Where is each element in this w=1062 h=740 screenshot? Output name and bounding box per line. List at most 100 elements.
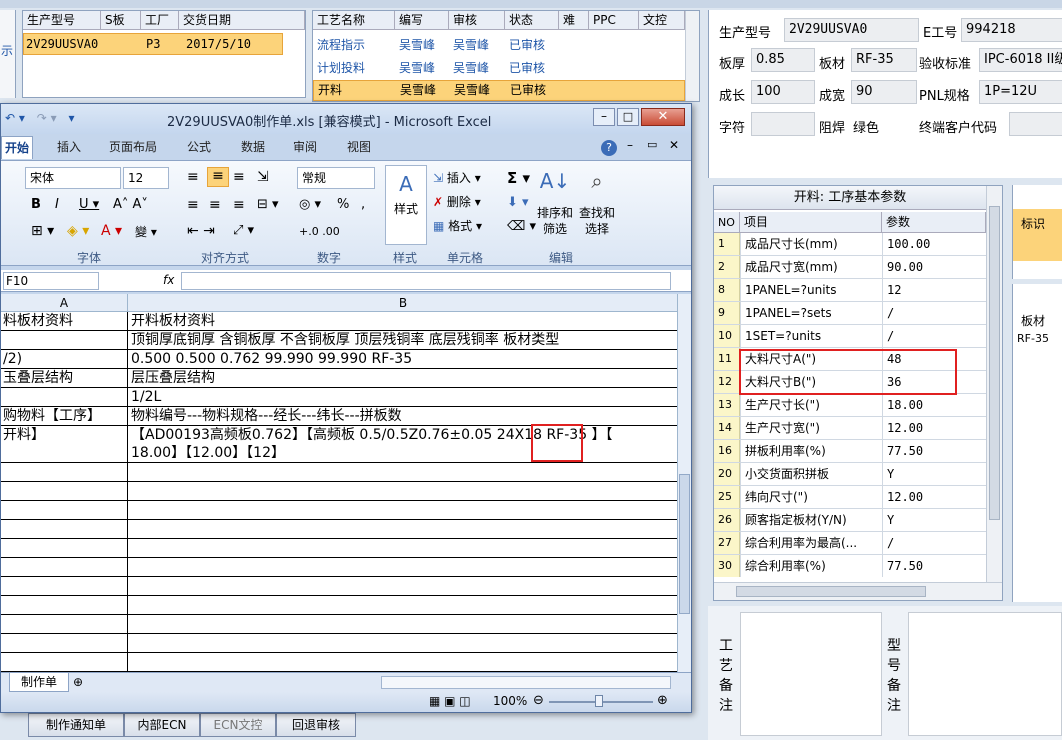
customize-toolbar-icon[interactable]: ▾ <box>68 111 74 125</box>
param-row[interactable]: 16 拼板利用率(%) 77.50 <box>714 440 986 463</box>
param-row[interactable]: 27 综合利用率为最高(... / <box>714 532 986 555</box>
param-row[interactable]: 20 小交货面积拼板 Y <box>714 463 986 486</box>
col-model[interactable]: 生产型号 <box>23 11 101 30</box>
align-right-icon[interactable]: ≡ <box>233 197 245 213</box>
cell-a[interactable] <box>1 596 128 614</box>
font-name-box[interactable]: 宋体 <box>25 167 121 189</box>
cell-a[interactable] <box>1 482 128 500</box>
tab-page-layout[interactable]: 页面布局 <box>109 136 157 159</box>
underline-button[interactable]: U ▾ <box>79 197 99 212</box>
close-button[interactable]: ✕ <box>641 108 685 126</box>
fill-color-icon[interactable]: ◈ ▾ <box>67 223 89 239</box>
silkscreen-field[interactable] <box>751 112 815 136</box>
align-bottom-icon[interactable]: ≡ <box>233 169 245 185</box>
cell-a[interactable] <box>1 539 128 557</box>
new-sheet-icon[interactable]: ⊕ <box>73 675 83 689</box>
cell-a[interactable] <box>1 577 128 595</box>
param-row[interactable]: 10 1SET=?units / <box>714 325 986 348</box>
tab-data[interactable]: 数据 <box>241 136 265 159</box>
col-process-name[interactable]: 工艺名称 <box>313 11 395 30</box>
column-header-a[interactable]: A <box>1 294 128 312</box>
vertical-scrollbar[interactable] <box>685 11 699 101</box>
worksheet-row[interactable]: /2) 0.500 0.500 0.762 99.990 99.990 RF-35 <box>1 350 677 369</box>
formula-input[interactable] <box>181 272 671 290</box>
customer-code-field[interactable] <box>1009 112 1062 136</box>
increase-decimal-icon[interactable]: +.0 .00 <box>299 225 340 238</box>
cell-b[interactable] <box>129 596 677 614</box>
borders-button[interactable]: ⊞ ▾ <box>31 223 54 239</box>
worksheet-row-empty[interactable] <box>1 501 677 520</box>
standard-field[interactable]: IPC-6018 II级 <box>979 48 1062 72</box>
param-value[interactable]: 12 <box>882 279 986 301</box>
param-value[interactable]: 77.50 <box>882 555 986 577</box>
sheet-tab[interactable]: 制作单 <box>9 673 69 692</box>
worksheet-row-empty[interactable] <box>1 634 677 653</box>
ribbon-restore-icon[interactable]: ▭ <box>647 138 657 151</box>
help-icon[interactable]: ? <box>601 140 617 156</box>
quick-access-toolbar[interactable]: ↶ ▾ ↷ ▾ ▾ <box>5 111 105 129</box>
undo-icon[interactable]: ↶ ▾ <box>5 111 25 125</box>
italic-button[interactable]: I <box>55 197 59 212</box>
soldermask-value[interactable]: 绿色 <box>853 117 879 136</box>
e-number-field[interactable]: 994218 <box>961 18 1062 42</box>
cell-a[interactable]: /2) <box>1 350 128 368</box>
cell-a[interactable] <box>1 615 128 633</box>
zoom-level[interactable]: 100% <box>493 694 527 708</box>
internal-ecn-button[interactable]: 内部ECN <box>124 713 200 737</box>
style-button[interactable]: A 样式 <box>385 165 427 245</box>
ribbon-close-icon[interactable]: ✕ <box>669 138 679 152</box>
worksheet-row-empty[interactable] <box>1 482 677 501</box>
col-status[interactable]: 状态 <box>505 11 559 30</box>
worksheet-row-empty[interactable] <box>1 596 677 615</box>
grow-font-button[interactable]: A˄ A˅ <box>113 197 148 212</box>
width-field[interactable]: 90 <box>851 80 917 104</box>
delete-cells-button[interactable]: ✗ 删除 ▾ <box>433 193 481 210</box>
sort-filter-label[interactable]: 排序和筛选 <box>535 205 575 237</box>
col-ppc[interactable]: PPC <box>589 11 639 30</box>
find-select-label[interactable]: 查找和选择 <box>577 205 617 237</box>
minimize-button[interactable]: – <box>593 108 615 126</box>
zoom-out-icon[interactable]: ⊖ <box>533 693 544 708</box>
param-row[interactable]: 25 纬向尺寸(") 12.00 <box>714 486 986 509</box>
percent-icon[interactable]: % <box>337 197 349 212</box>
tab-home[interactable]: 开始 <box>1 136 33 159</box>
cell-b[interactable]: 1/2L <box>129 388 677 406</box>
worksheet-row-empty[interactable] <box>1 539 677 558</box>
cell-a[interactable] <box>1 331 128 349</box>
params-hscroll[interactable] <box>714 582 1002 600</box>
param-value[interactable]: 100.00 <box>882 233 986 255</box>
maximize-button[interactable]: □ <box>617 108 639 126</box>
cell-b[interactable] <box>129 558 677 576</box>
scroll-thumb[interactable] <box>989 206 1000 520</box>
process-grid[interactable]: 工艺名称 编写 审核 状态 难 PPC 文控 流程指示 吴雪峰 吴雪峰 已审核 … <box>312 10 700 102</box>
param-row[interactable]: 1 成品尺寸长(mm) 100.00 <box>714 233 986 256</box>
cell-a[interactable]: 料板材资料 <box>1 312 128 330</box>
worksheet-row-empty[interactable] <box>1 615 677 634</box>
rollback-review-button[interactable]: 回退审核 <box>276 713 356 737</box>
col-factory[interactable]: 工厂 <box>141 11 179 30</box>
cell-a[interactable]: 购物料【工序】 <box>1 407 128 425</box>
cell-b[interactable] <box>129 501 677 519</box>
cell-a[interactable] <box>1 558 128 576</box>
fill-icon[interactable]: ⬇ ▾ <box>507 195 529 210</box>
clear-icon[interactable]: ⌫ ▾ <box>507 219 536 234</box>
number-format-box[interactable]: 常规 <box>297 167 375 189</box>
param-value[interactable]: / <box>882 325 986 347</box>
phonetic-button[interactable]: 變 ▾ <box>135 223 157 240</box>
cell-b[interactable] <box>129 615 677 633</box>
cell-b[interactable] <box>129 634 677 652</box>
cell-b[interactable]: 0.500 0.500 0.762 99.990 99.990 RF-35 <box>129 350 677 368</box>
worksheet-row-empty[interactable] <box>1 653 677 672</box>
zoom-in-icon[interactable]: ⊕ <box>657 693 668 708</box>
font-color-icon[interactable]: A ▾ <box>101 223 122 239</box>
param-value[interactable]: / <box>882 532 986 554</box>
cell-a[interactable]: 开料】 <box>1 426 128 462</box>
cell-b[interactable] <box>129 520 677 538</box>
cell-a[interactable]: 玉叠层结构 <box>1 369 128 387</box>
align-top-icon[interactable]: ≡ <box>187 169 199 185</box>
tab-insert[interactable]: 插入 <box>57 136 81 159</box>
hscroll-thumb[interactable] <box>736 586 926 597</box>
length-field[interactable]: 100 <box>751 80 815 104</box>
cell-b[interactable] <box>129 463 677 481</box>
cell-b[interactable]: 【AD00193高频板0.762】【高频板 0.5/0.5Z0.76±0.05 … <box>129 426 677 462</box>
